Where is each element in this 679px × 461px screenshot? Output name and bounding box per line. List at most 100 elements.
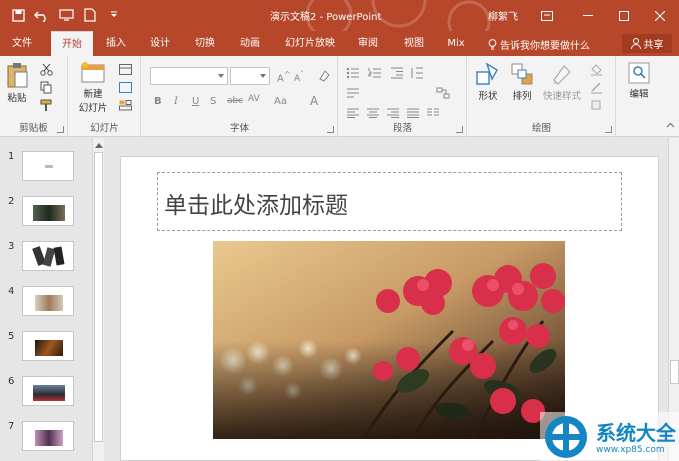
flower-photo[interactable] xyxy=(213,241,565,439)
tab-mix[interactable]: Mix xyxy=(442,31,470,56)
paste-button[interactable]: 粘贴 xyxy=(4,62,30,104)
slide-thumbnail[interactable]: 3 xyxy=(8,241,78,277)
thumbnail-image xyxy=(22,286,74,316)
decrease-indent-icon[interactable] xyxy=(389,66,405,80)
paragraph-launcher-icon[interactable] xyxy=(456,126,463,133)
document-title: 演示文稿2 - PowerPoint xyxy=(270,12,382,23)
shape-fill-icon[interactable] xyxy=(588,62,604,76)
slide-thumbnail[interactable]: 1 xyxy=(8,151,78,187)
numbering-icon[interactable] xyxy=(367,66,383,80)
strikethrough-icon[interactable]: abc xyxy=(227,96,243,106)
font-color-icon[interactable]: A xyxy=(310,94,318,108)
editing-button[interactable]: 编辑 xyxy=(623,62,655,100)
shape-outline-icon[interactable] xyxy=(588,80,604,94)
slide-number: 3 xyxy=(8,241,15,252)
clear-formatting-icon[interactable] xyxy=(316,68,332,82)
thumbnail-image xyxy=(22,376,74,406)
undo-icon[interactable] xyxy=(32,6,52,24)
slide-thumbnail[interactable]: 2 xyxy=(8,196,78,232)
slide-thumbnail[interactable]: 6 xyxy=(8,376,78,412)
font-size-dropdown[interactable] xyxy=(230,67,270,85)
slide-thumbnail[interactable]: 4 xyxy=(8,286,78,322)
bold-icon[interactable]: B xyxy=(154,96,162,107)
convert-to-smartart-icon[interactable] xyxy=(435,86,451,100)
format-painter-icon[interactable] xyxy=(38,98,54,112)
increase-font-size-icon[interactable]: A^ xyxy=(277,69,291,84)
ribbon-display-options-icon[interactable] xyxy=(531,0,563,31)
thumbnails-scrollbar[interactable] xyxy=(92,138,104,461)
scroll-thumb[interactable] xyxy=(94,152,103,442)
title-placeholder[interactable]: 单击此处添加标题 xyxy=(157,172,622,231)
tab-home[interactable]: 开始 xyxy=(51,31,93,56)
font-group-label: 字体 xyxy=(229,123,249,134)
character-spacing-icon[interactable]: AV xyxy=(248,94,260,104)
customize-qat-icon[interactable] xyxy=(104,6,124,24)
collapse-ribbon-icon[interactable] xyxy=(662,118,678,132)
clipboard-launcher-icon[interactable] xyxy=(57,126,64,133)
arrange-button[interactable]: 排列 xyxy=(506,62,538,102)
thumbnail-image xyxy=(22,421,74,451)
shape-effects-icon[interactable] xyxy=(588,98,604,112)
shapes-label: 形状 xyxy=(478,91,498,102)
title-bar: 演示文稿2 - PowerPoint 柳絮飞 xyxy=(0,0,679,31)
title-placeholder-text: 单击此处添加标题 xyxy=(164,193,348,219)
bullets-icon[interactable] xyxy=(345,66,361,80)
copy-icon[interactable] xyxy=(38,80,54,94)
shapes-button[interactable]: 形状 xyxy=(472,62,504,102)
tab-review[interactable]: 审阅 xyxy=(352,31,384,56)
quick-styles-button[interactable]: 快速样式 xyxy=(538,62,586,102)
new-document-icon[interactable] xyxy=(80,6,100,24)
share-button[interactable]: 共享 xyxy=(622,34,672,53)
new-slide-button[interactable]: 新建 幻灯片 xyxy=(75,62,111,114)
line-spacing-icon[interactable] xyxy=(409,66,425,80)
ribbon-tabs: 文件 开始 插入 设计 切换 动画 幻灯片放映 审阅 视图 Mix 告诉我你想要… xyxy=(0,31,679,56)
group-slides: 新建 幻灯片 幻灯片 xyxy=(69,56,141,137)
tab-file[interactable]: 文件 xyxy=(6,31,38,56)
layout-icon[interactable] xyxy=(117,62,133,76)
tab-animations[interactable]: 动画 xyxy=(234,31,266,56)
change-case-icon[interactable]: Aa xyxy=(274,96,287,107)
clipboard-icon xyxy=(7,63,28,88)
search-icon xyxy=(628,62,650,84)
group-drawing: 形状 排列 快速样式 绘图 xyxy=(468,56,616,137)
tab-design[interactable]: 设计 xyxy=(144,31,176,56)
italic-icon[interactable]: I xyxy=(174,96,178,107)
tab-insert[interactable]: 插入 xyxy=(100,31,132,56)
shapes-icon xyxy=(476,62,498,85)
tab-transitions[interactable]: 切换 xyxy=(189,31,221,56)
save-icon[interactable] xyxy=(8,6,28,24)
slide-scroll-thumb[interactable] xyxy=(670,360,679,384)
slide-thumbnail[interactable]: 5 xyxy=(8,331,78,367)
font-launcher-icon[interactable] xyxy=(327,126,334,133)
tab-slide-show[interactable]: 幻灯片放映 xyxy=(280,31,340,56)
ribbon: 粘贴 剪贴板 新建 幻灯片 幻灯片 A^ Aˇ B I U S abc AV A… xyxy=(0,56,679,137)
cut-icon[interactable] xyxy=(38,62,54,76)
tell-me-text: 告诉我你想要做什么 xyxy=(500,41,590,52)
slide-thumbnail[interactable]: 7 xyxy=(8,421,78,457)
tab-view[interactable]: 视图 xyxy=(398,31,430,56)
start-from-beginning-icon[interactable] xyxy=(56,6,76,24)
shadow-icon[interactable]: S xyxy=(210,96,216,107)
align-center-icon[interactable] xyxy=(365,106,381,120)
align-left-icon[interactable] xyxy=(345,106,361,120)
paragraph-group-label: 段落 xyxy=(392,123,412,134)
drawing-launcher-icon[interactable] xyxy=(605,126,612,133)
columns-icon[interactable] xyxy=(425,106,441,120)
close-icon[interactable] xyxy=(644,0,676,31)
new-slide-label-2: 幻灯片 xyxy=(78,103,108,114)
scroll-up-icon[interactable] xyxy=(95,142,103,148)
font-name-dropdown[interactable] xyxy=(150,67,228,85)
decrease-font-size-icon[interactable]: Aˇ xyxy=(294,70,304,84)
text-direction-icon[interactable] xyxy=(345,86,361,100)
reset-slide-icon[interactable] xyxy=(117,80,133,94)
new-slide-icon xyxy=(81,62,105,83)
align-right-icon[interactable] xyxy=(385,106,401,120)
maximize-icon[interactable] xyxy=(608,0,640,31)
underline-icon[interactable]: U xyxy=(192,96,199,107)
section-icon[interactable] xyxy=(117,98,133,112)
justify-icon[interactable] xyxy=(405,106,421,120)
user-name[interactable]: 柳絮飞 xyxy=(488,8,518,23)
minimize-icon[interactable] xyxy=(572,0,604,31)
tell-me-box[interactable]: 告诉我你想要做什么 xyxy=(488,37,590,52)
new-slide-label-1: 新建 xyxy=(83,89,103,100)
